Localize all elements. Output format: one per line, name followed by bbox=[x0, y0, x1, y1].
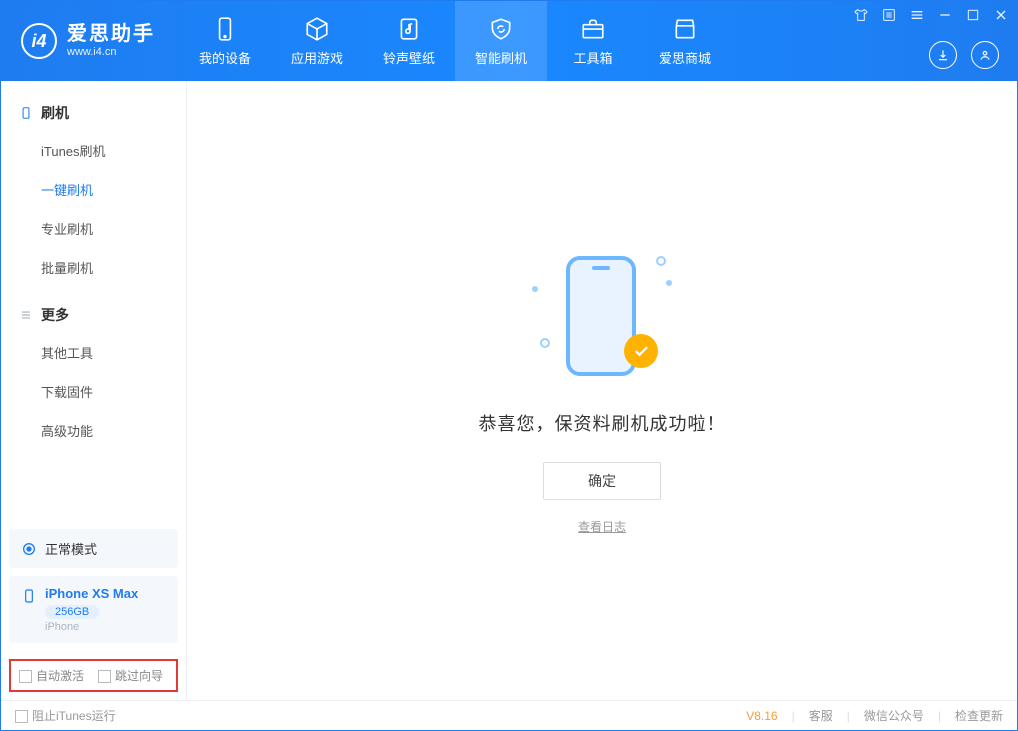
checkbox-block-itunes[interactable]: 阻止iTunes运行 bbox=[15, 707, 116, 724]
app-name-en: www.i4.cn bbox=[67, 46, 155, 59]
sidebar-item-other-tools[interactable]: 其他工具 bbox=[1, 333, 186, 372]
flash-options-highlight: 自动激活 跳过向导 bbox=[9, 659, 178, 692]
cube-icon bbox=[304, 16, 330, 42]
device-type: iPhone bbox=[45, 621, 138, 633]
nav-apps-games[interactable]: 应用游戏 bbox=[271, 1, 363, 81]
menu-lines-icon[interactable] bbox=[909, 7, 925, 23]
sidebar-item-pro-flash[interactable]: 专业刷机 bbox=[1, 209, 186, 248]
store-icon bbox=[672, 16, 698, 42]
nav-toolbox[interactable]: 工具箱 bbox=[547, 1, 639, 81]
download-button[interactable] bbox=[929, 41, 957, 69]
minimize-icon[interactable] bbox=[937, 7, 953, 23]
app-name-cn: 爱思助手 bbox=[67, 23, 155, 46]
app-logo: i4 爱思助手 www.i4.cn bbox=[1, 1, 179, 81]
toolbox-icon bbox=[580, 16, 606, 42]
titlebar: i4 爱思助手 www.i4.cn 我的设备 应用游戏 铃声壁纸 智能刷机 工具… bbox=[1, 1, 1017, 81]
menu-list-icon[interactable] bbox=[881, 7, 897, 23]
mode-icon bbox=[21, 541, 37, 557]
nav-label: 铃声壁纸 bbox=[383, 48, 435, 67]
device-card[interactable]: iPhone XS Max 256GB iPhone bbox=[9, 576, 178, 643]
customer-service-link[interactable]: 客服 bbox=[809, 707, 833, 724]
sidebar-item-onekey-flash[interactable]: 一键刷机 bbox=[1, 170, 186, 209]
mode-label: 正常模式 bbox=[45, 539, 97, 558]
device-capacity: 256GB bbox=[45, 605, 99, 619]
body: 刷机 iTunes刷机 一键刷机 专业刷机 批量刷机 更多 其他工具 下载固件 … bbox=[1, 81, 1017, 700]
ok-button[interactable]: 确定 bbox=[543, 462, 661, 500]
header-actions bbox=[929, 41, 999, 69]
nav-label: 智能刷机 bbox=[475, 48, 527, 67]
music-icon bbox=[396, 16, 422, 42]
version-label: V8.16 bbox=[746, 709, 777, 723]
nav-smart-flash[interactable]: 智能刷机 bbox=[455, 1, 547, 81]
sidebar-group-more: 更多 bbox=[1, 297, 186, 333]
window-controls bbox=[853, 7, 1009, 23]
device-icon bbox=[21, 588, 37, 604]
refresh-shield-icon bbox=[488, 16, 514, 42]
sidebar-group-flash: 刷机 bbox=[1, 95, 186, 131]
device-icon bbox=[212, 16, 238, 42]
nav-label: 爱思商城 bbox=[659, 48, 711, 67]
nav-label: 我的设备 bbox=[199, 48, 251, 67]
close-icon[interactable] bbox=[993, 7, 1009, 23]
mode-card[interactable]: 正常模式 bbox=[9, 529, 178, 568]
tshirt-icon[interactable] bbox=[853, 7, 869, 23]
logo-icon: i4 bbox=[21, 23, 57, 59]
sidebar: 刷机 iTunes刷机 一键刷机 专业刷机 批量刷机 更多 其他工具 下载固件 … bbox=[1, 81, 187, 700]
maximize-icon[interactable] bbox=[965, 7, 981, 23]
wechat-link[interactable]: 微信公众号 bbox=[864, 707, 924, 724]
checkmark-badge-icon bbox=[624, 334, 658, 368]
success-message: 恭喜您，保资料刷机成功啦！ bbox=[479, 410, 726, 436]
main-content: 恭喜您，保资料刷机成功啦！ 确定 查看日志 bbox=[187, 81, 1017, 700]
user-button[interactable] bbox=[971, 41, 999, 69]
device-name: iPhone XS Max bbox=[45, 586, 138, 601]
sidebar-item-download-firmware[interactable]: 下载固件 bbox=[1, 372, 186, 411]
sidebar-item-advanced[interactable]: 高级功能 bbox=[1, 411, 186, 450]
success-illustration bbox=[532, 246, 672, 386]
check-update-link[interactable]: 检查更新 bbox=[955, 707, 1003, 724]
nav-label: 工具箱 bbox=[573, 48, 612, 67]
top-nav: 我的设备 应用游戏 铃声壁纸 智能刷机 工具箱 爱思商城 bbox=[179, 1, 731, 81]
view-log-link[interactable]: 查看日志 bbox=[578, 518, 626, 535]
nav-label: 应用游戏 bbox=[291, 48, 343, 67]
phone-icon bbox=[19, 106, 33, 120]
checkbox-skip-guide[interactable]: 跳过向导 bbox=[98, 667, 163, 684]
nav-my-device[interactable]: 我的设备 bbox=[179, 1, 271, 81]
statusbar: 阻止iTunes运行 V8.16 | 客服 | 微信公众号 | 检查更新 bbox=[1, 700, 1017, 730]
list-icon bbox=[19, 308, 33, 322]
sidebar-item-batch-flash[interactable]: 批量刷机 bbox=[1, 248, 186, 287]
checkbox-auto-activate[interactable]: 自动激活 bbox=[19, 667, 84, 684]
sidebar-item-itunes-flash[interactable]: iTunes刷机 bbox=[1, 131, 186, 170]
nav-ringtones[interactable]: 铃声壁纸 bbox=[363, 1, 455, 81]
nav-store[interactable]: 爱思商城 bbox=[639, 1, 731, 81]
